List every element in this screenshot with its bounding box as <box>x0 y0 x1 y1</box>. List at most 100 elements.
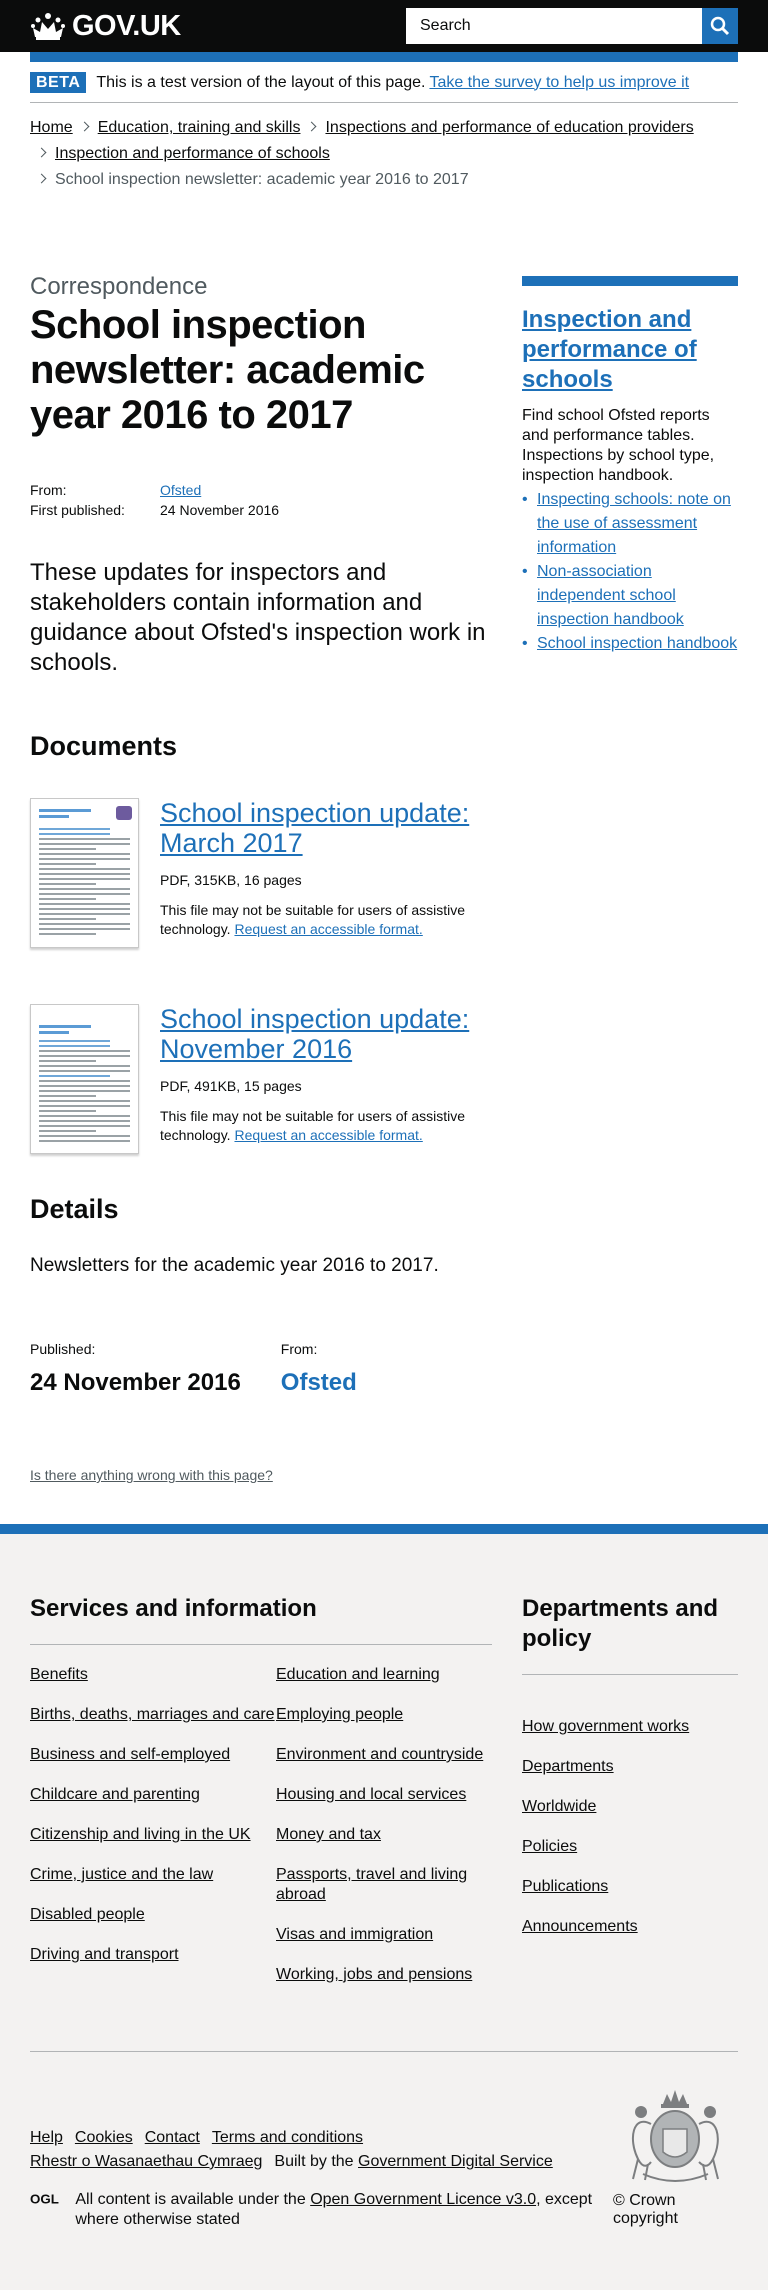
chevron-right-icon <box>36 173 47 184</box>
footer-link[interactable]: Money and tax <box>276 1826 381 1843</box>
breadcrumb: Home Education, training and skills Inspec… <box>30 103 738 193</box>
footer-link[interactable]: Disabled people <box>30 1906 145 1923</box>
search-button[interactable] <box>702 8 738 44</box>
ogl-logo-icon: OGL <box>30 2192 59 2207</box>
details-text: Newsletters for the academic year 2016 t… <box>30 1255 439 1276</box>
footer-link[interactable]: Worldwide <box>522 1798 596 1815</box>
document-accessibility-note: This file may not be suitable for users … <box>160 1107 490 1145</box>
ofsted-logo-icon <box>116 806 132 820</box>
services-list-2: Education and learning Employing people … <box>276 1665 492 2005</box>
lead-paragraph: These updates for inspectors and stakeho… <box>30 559 486 676</box>
footer-link[interactable]: Benefits <box>30 1666 88 1683</box>
footer-divider <box>30 2051 738 2052</box>
open-government-licence-link[interactable]: Open Government Licence v3.0 <box>310 2191 536 2208</box>
documents-heading: Documents <box>30 731 178 761</box>
breadcrumb-education[interactable]: Education, training and skills <box>98 119 301 136</box>
footer-link[interactable]: How government works <box>522 1718 689 1735</box>
footer-link[interactable]: Education and learning <box>276 1666 440 1683</box>
chevron-right-icon <box>36 147 47 158</box>
breadcrumb-row: Home Education, training and skills Inspec… <box>30 115 738 141</box>
breadcrumb-home[interactable]: Home <box>30 119 73 136</box>
breadcrumb-current: School inspection newsletter: academic y… <box>55 171 469 188</box>
published-info: Published: 24 November 2016 From: Ofsted <box>30 1341 490 1397</box>
footer-link[interactable]: Announcements <box>522 1918 638 1935</box>
footer-link[interactable]: Births, deaths, marriages and care <box>30 1706 275 1723</box>
licence-prefix: All content is available under the <box>75 2191 306 2208</box>
breadcrumb-row: Inspection and performance of schools <box>30 141 738 167</box>
footer-link[interactable]: Childcare and parenting <box>30 1786 200 1803</box>
cookies-link[interactable]: Cookies <box>75 2129 133 2146</box>
report-problem-link[interactable]: Is there anything wrong with this page? <box>30 1467 273 1483</box>
published-date: 24 November 2016 <box>30 1369 241 1396</box>
licence-notice: OGL All content is available under the O… <box>30 2190 613 2230</box>
footer-link[interactable]: Driving and transport <box>30 1946 179 1963</box>
terms-link[interactable]: Terms and conditions <box>212 2129 363 2146</box>
list-item: Inspecting schools: note on the use of a… <box>522 488 738 560</box>
related-top-bar <box>522 276 738 286</box>
document-title-link[interactable]: School inspection update: November 2016 <box>160 1004 490 1064</box>
footer-link[interactable]: Business and self-employed <box>30 1746 230 1763</box>
search-input[interactable] <box>406 8 702 44</box>
footer-link[interactable]: Passports, travel and living abroad <box>276 1866 467 1903</box>
document-accessibility-note: This file may not be suitable for users … <box>160 901 490 939</box>
beta-tag: BETA <box>30 72 87 93</box>
from-organisation-link[interactable]: Ofsted <box>160 482 201 498</box>
gds-link[interactable]: Government Digital Service <box>358 2153 553 2170</box>
departments-section: Departments and policy How government wo… <box>522 1594 738 2005</box>
related-link[interactable]: Non-association independent school inspe… <box>537 563 684 628</box>
breadcrumb-inspections-schools[interactable]: Inspection and performance of schools <box>55 145 330 162</box>
departments-heading: Departments and policy <box>522 1594 738 1675</box>
document-thumbnail[interactable] <box>30 1004 139 1154</box>
related-links: Inspecting schools: note on the use of a… <box>522 488 738 656</box>
breadcrumb-inspections-providers[interactable]: Inspections and performance of education… <box>325 119 693 136</box>
royal-coat-of-arms-icon <box>631 2090 719 2182</box>
phase-banner-text: This is a test version of the layout of … <box>96 73 426 91</box>
footer-link[interactable]: Environment and countryside <box>276 1746 483 1763</box>
from-label: From: <box>280 1341 318 1357</box>
accessible-format-link[interactable]: Request an accessible format. <box>234 1127 422 1143</box>
survey-link[interactable]: Take the survey to help us improve it <box>429 74 689 92</box>
crown-icon <box>31 13 65 40</box>
contact-link[interactable]: Contact <box>145 2129 200 2146</box>
accessible-format-link[interactable]: Request an accessible format. <box>234 921 422 937</box>
search-form <box>406 8 738 44</box>
welsh-services-link[interactable]: Rhestr o Wasanaethau Cymraeg <box>30 2153 262 2170</box>
govuk-logo-link[interactable]: GOV.UK <box>30 10 181 43</box>
footer-link[interactable]: Employing people <box>276 1706 403 1723</box>
document-thumbnail[interactable] <box>30 798 139 948</box>
site-header: GOV.UK <box>0 0 768 52</box>
site-footer: Services and information Benefits Births… <box>0 1524 768 2290</box>
related-navigation: Inspection and performance of schools Fi… <box>522 276 738 1485</box>
phase-banner: BETA This is a test version of the layou… <box>30 62 738 103</box>
document-title-link[interactable]: School inspection update: March 2017 <box>160 798 490 858</box>
first-published-value: 24 November 2016 <box>160 502 280 518</box>
details-heading: Details <box>30 1194 119 1224</box>
licence-text: All content is available under the Open … <box>75 2190 613 2230</box>
footer-link[interactable]: Crime, justice and the law <box>30 1866 213 1883</box>
chevron-right-icon <box>79 121 90 132</box>
footer-link[interactable]: Policies <box>522 1838 577 1855</box>
search-icon <box>710 16 730 36</box>
footer-link[interactable]: Working, jobs and pensions <box>276 1966 472 1983</box>
page-container: BETA This is a test version of the layou… <box>30 52 738 1485</box>
from-organisation-link[interactable]: Ofsted <box>281 1369 357 1396</box>
services-section: Services and information Benefits Births… <box>30 1594 492 2005</box>
footer-link[interactable]: Housing and local services <box>276 1786 466 1803</box>
departments-list: How government works Departments Worldwi… <box>522 1717 738 1937</box>
related-link[interactable]: Inspecting schools: note on the use of a… <box>537 491 731 556</box>
page-caption: Correspondence <box>30 273 208 300</box>
footer-link[interactable]: Visas and immigration <box>276 1926 433 1943</box>
main-column: Correspondence School inspection newslet… <box>30 273 490 1485</box>
help-link[interactable]: Help <box>30 2129 63 2146</box>
footer-link[interactable]: Departments <box>522 1758 614 1775</box>
related-description: Find school Ofsted reports and performan… <box>522 407 715 484</box>
footer-meta: Help Cookies Contact Terms and conditions R… <box>30 2126 613 2230</box>
footer-link[interactable]: Citizenship and living in the UK <box>30 1826 251 1843</box>
header-blue-bar <box>30 52 738 62</box>
main-content: Correspondence School inspection newslet… <box>30 193 738 1485</box>
services-heading: Services and information <box>30 1594 492 1645</box>
related-link[interactable]: School inspection handbook <box>537 635 737 652</box>
crown-copyright-link[interactable]: © Crown copyright <box>613 2192 678 2227</box>
footer-link[interactable]: Publications <box>522 1878 608 1895</box>
related-topic-link[interactable]: Inspection and performance of schools <box>522 305 738 395</box>
